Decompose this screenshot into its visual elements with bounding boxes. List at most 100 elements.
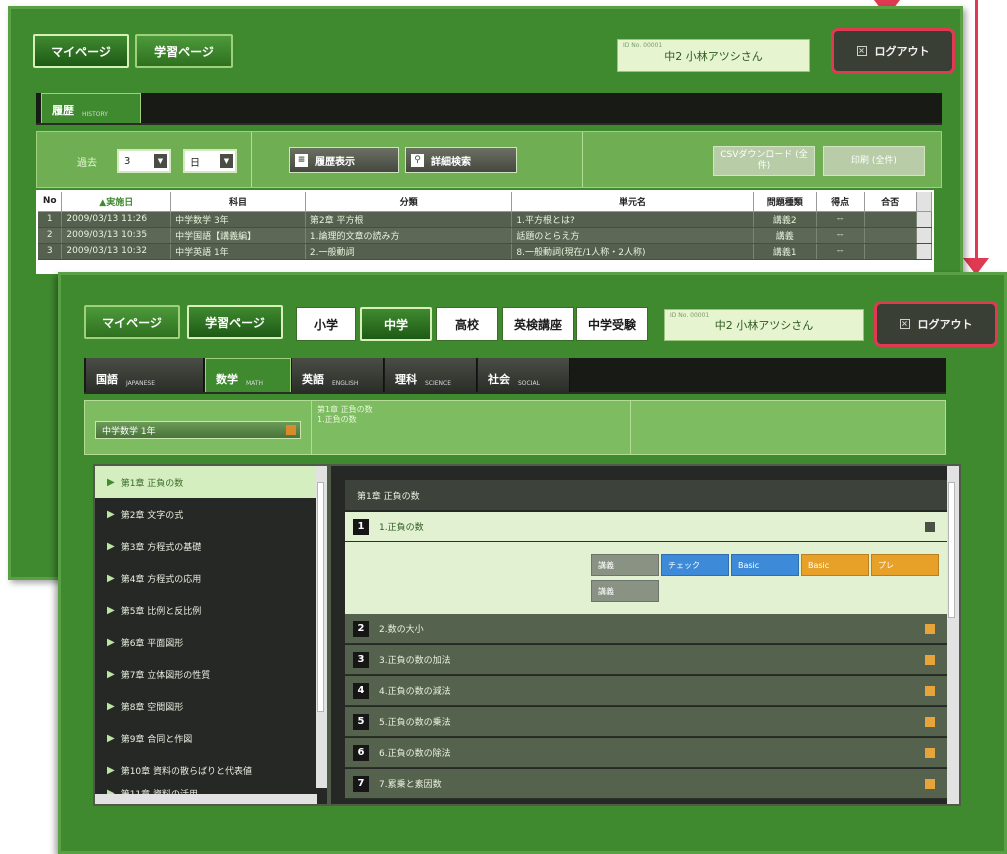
cell: [864, 211, 917, 228]
tab-english[interactable]: 英語 ENGLISH: [292, 358, 384, 392]
expand-icon[interactable]: [925, 716, 935, 727]
cell: 中学国語【講義編】: [170, 227, 306, 244]
level-eiken-button[interactable]: 英検講座: [502, 307, 574, 341]
chapter-item[interactable]: ▶ 第8章 空間図形: [95, 690, 327, 722]
table-scrollbar[interactable]: [916, 192, 932, 212]
unit-row[interactable]: 6 6.正負の数の除法: [345, 738, 947, 768]
chapter-item[interactable]: ▶ 第9章 合同と作図: [95, 722, 327, 754]
tab-social[interactable]: 社会 SOCIAL: [478, 358, 570, 392]
unit-label: 2.数の大小: [379, 625, 424, 635]
chapter-item[interactable]: ▶ 第5章 比例と反比例: [95, 594, 327, 626]
unit-label: 7.累乗と素因数: [379, 780, 442, 790]
chapter-hscrollbar[interactable]: [95, 794, 317, 804]
content-scrollbar[interactable]: [947, 466, 959, 804]
table-row[interactable]: 1 2009/03/13 11:26 中学数学 3年 第2章 平方根 1.平方根…: [38, 211, 932, 228]
col-date[interactable]: ▲実施日: [61, 192, 172, 212]
unit-row[interactable]: 2 2.数の大小: [345, 614, 947, 644]
level-elementary-button[interactable]: 小学: [296, 307, 356, 341]
subject-tabbar: 国語 JAPANESE 数学 MATH 英語 ENGLISH 理科 SCIENC…: [84, 358, 946, 394]
col-subject[interactable]: 科目: [170, 192, 306, 212]
unit-row[interactable]: 4 4.正負の数の減法: [345, 676, 947, 706]
mypage-button-front[interactable]: マイページ: [84, 305, 180, 339]
user-name: 中2 小林アツシさん: [714, 319, 814, 332]
period-unit-select[interactable]: 日 ▼: [183, 149, 237, 173]
expand-icon[interactable]: [925, 654, 935, 665]
col-score[interactable]: 得点: [816, 192, 865, 212]
logout-button[interactable]: × ログアウト: [831, 28, 955, 74]
table-row[interactable]: 2 2009/03/13 10:35 中学国語【講義編】 1.論理的文章の読み方…: [38, 227, 932, 244]
play-icon: ▶: [107, 764, 115, 776]
unit-row[interactable]: 3 3.正負の数の加法: [345, 645, 947, 675]
chapter-item[interactable]: ▶ 第1章 正負の数: [95, 466, 327, 498]
lesson-button[interactable]: 講義: [591, 554, 659, 576]
lesson-button[interactable]: Basic: [731, 554, 799, 576]
study-page-button[interactable]: 学習ページ: [135, 34, 233, 68]
history-table: No ▲実施日 科目 分類 単元名 問題種類 得点 合否 1 2009/03/1…: [36, 190, 934, 274]
tab-science[interactable]: 理科 SCIENCE: [385, 358, 477, 392]
mypage-button[interactable]: マイページ: [33, 34, 129, 68]
tab-history[interactable]: 履歴 HISTORY: [41, 93, 141, 123]
tab-label: 数学: [216, 373, 238, 386]
unit-number: 6: [353, 744, 369, 761]
cell: [864, 243, 917, 260]
table-row[interactable]: 3 2009/03/13 10:32 中学英語 1年 2.一般動詞 8.一般動詞…: [38, 243, 932, 260]
chapter-label: 第9章 合同と作図: [120, 734, 193, 745]
lesson-button[interactable]: 講義: [591, 580, 659, 602]
unit-row-open[interactable]: 1 1.正負の数: [345, 512, 947, 542]
history-display-button[interactable]: ≡ 履歴表示: [289, 147, 399, 173]
col-category[interactable]: 分類: [305, 192, 513, 212]
scroll-thumb[interactable]: [948, 482, 955, 618]
cell: --: [816, 243, 865, 260]
chapter-item[interactable]: ▶ 第4章 方程式の応用: [95, 562, 327, 594]
tab-japanese[interactable]: 国語 JAPANESE: [86, 358, 204, 392]
cell: 2: [38, 227, 63, 244]
chapter-item[interactable]: ▶ 第10章 資料の散らばりと代表値: [95, 754, 327, 786]
expand-icon[interactable]: [925, 685, 935, 696]
unit-row[interactable]: 5 5.正負の数の乗法: [345, 707, 947, 737]
expand-icon[interactable]: [925, 778, 935, 789]
cell: 1.平方根とは?: [511, 211, 754, 228]
play-icon: ▶: [107, 636, 115, 648]
col-type[interactable]: 問題種類: [753, 192, 817, 212]
lesson-button[interactable]: チェック: [661, 554, 729, 576]
scroll-thumb[interactable]: [317, 482, 324, 712]
unit-row[interactable]: 7 7.累乗と素因数: [345, 769, 947, 799]
cell: 中学数学 3年: [170, 211, 306, 228]
expand-icon[interactable]: [925, 623, 935, 634]
chevron-down-icon: ▼: [154, 154, 167, 168]
unit-number: 7: [353, 775, 369, 792]
tab-math[interactable]: 数学 MATH: [205, 358, 291, 392]
unit-number: 5: [353, 713, 369, 730]
csv-download-button[interactable]: CSVダウンロード (全件): [713, 146, 815, 176]
cell: 1.論理的文章の読み方: [305, 227, 513, 244]
chapter-item[interactable]: ▶ 第7章 立体図形の性質: [95, 658, 327, 690]
chapter-scrollbar[interactable]: [316, 466, 327, 788]
level-entrance-button[interactable]: 中学受験: [576, 307, 648, 341]
chapter-item[interactable]: ▶ 第3章 方程式の基礎: [95, 530, 327, 562]
expand-icon[interactable]: [925, 747, 935, 758]
study-page-button-front[interactable]: 学習ページ: [187, 305, 283, 339]
cell: 1: [38, 211, 63, 228]
level-high-button[interactable]: 高校: [436, 307, 498, 341]
unit-select[interactable]: 中学数学 1年: [95, 421, 301, 439]
chapter-label: 第2章 文字の式: [120, 510, 184, 521]
tab-history-label: 履歴: [52, 104, 74, 117]
logout-button-front[interactable]: × ログアウト: [874, 301, 998, 347]
unit-label: 6.正負の数の除法: [379, 749, 451, 759]
lesson-button[interactable]: Basic: [801, 554, 869, 576]
level-middle-button[interactable]: 中学: [360, 307, 432, 341]
col-unit[interactable]: 単元名: [511, 192, 754, 212]
chapter-item[interactable]: ▶ 第6章 平面図形: [95, 626, 327, 658]
unit-number: 4: [353, 682, 369, 699]
lesson-panel: 講義 チェック Basic Basic プレ 講義: [345, 542, 947, 614]
collapse-icon[interactable]: [925, 521, 935, 532]
play-icon: ▶: [107, 732, 115, 744]
chapter-item[interactable]: ▶ 第2章 文字の式: [95, 498, 327, 530]
col-result[interactable]: 合否: [864, 192, 917, 212]
period-count-select[interactable]: 3 ▼: [117, 149, 171, 173]
detail-search-button[interactable]: ⚲ 詳細検索: [405, 147, 517, 173]
unit-label: 3.正負の数の加法: [379, 656, 451, 666]
lesson-button[interactable]: プレ: [871, 554, 939, 576]
cell: 第2章 平方根: [305, 211, 513, 228]
print-button[interactable]: 印刷 (全件): [823, 146, 925, 176]
